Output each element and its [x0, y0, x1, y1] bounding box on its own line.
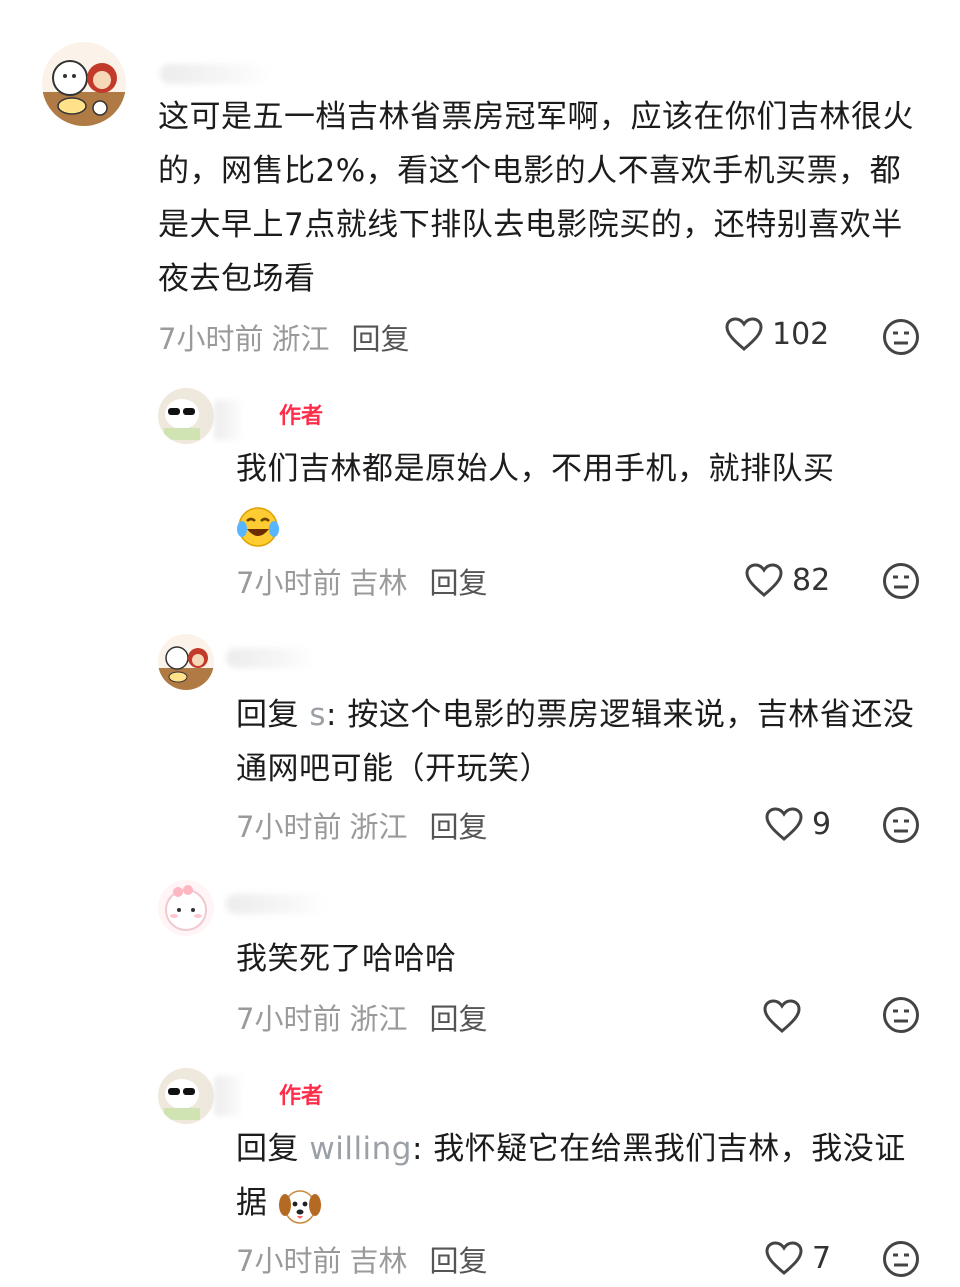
- reply-to-user[interactable]: s: [309, 697, 326, 733]
- location: 浙江: [271, 322, 330, 356]
- comment-text: 我们吉林都是原始人，不用手机，就排队买: [236, 442, 896, 550]
- like-count: 82: [792, 562, 831, 598]
- comment-body: : 按这个电影的票房逻辑来说，吉林省还没通网吧可能（开玩笑）: [236, 697, 915, 787]
- location: 浙江: [349, 810, 408, 844]
- like-count: 7: [812, 1240, 832, 1276]
- avatar[interactable]: [158, 1068, 214, 1124]
- timestamp: 7小时前: [236, 566, 342, 600]
- bunny-avatar-icon: [165, 885, 207, 931]
- timestamp: 7小时前: [158, 322, 264, 356]
- meh-face-icon[interactable]: [882, 996, 920, 1034]
- comment-text: 这可是五一档吉林省票房冠军啊，应该在你们吉林很火的，网售比2%，看这个电影的人不…: [158, 99, 914, 297]
- location: 浙江: [349, 1002, 408, 1036]
- reply-prefix: 回复: [236, 1131, 299, 1167]
- reply-button[interactable]: 回复: [429, 566, 487, 600]
- cartoon-avatar-icon: [158, 646, 214, 690]
- sunglasses-avatar-icon: [158, 388, 214, 444]
- username-blurred[interactable]: [214, 400, 244, 440]
- dog-emoji: [278, 1189, 321, 1224]
- username-blurred[interactable]: [226, 894, 326, 914]
- comment-meta: 7小时前 浙江 回复: [158, 316, 409, 358]
- like-button[interactable]: 82: [744, 562, 830, 598]
- comment-meta: 7小时前 吉林 回复: [236, 560, 487, 602]
- like-button[interactable]: 102: [724, 316, 829, 352]
- author-badge: 作者: [279, 1084, 324, 1109]
- comment-text: 我笑死了哈哈哈: [236, 941, 457, 977]
- location: 吉林: [349, 566, 408, 600]
- meh-face-icon[interactable]: [882, 806, 920, 844]
- heart-outline-icon: [765, 1241, 803, 1275]
- comment-meta: 7小时前 浙江 回复: [236, 996, 487, 1038]
- reply-button[interactable]: 回复: [429, 810, 487, 844]
- cartoon-avatar-icon: [42, 60, 126, 126]
- reply-button[interactable]: 回复: [351, 322, 409, 356]
- like-count: 102: [772, 316, 830, 352]
- sunglasses-avatar-icon: [158, 1068, 214, 1124]
- timestamp: 7小时前: [236, 1244, 342, 1278]
- reply-button[interactable]: 回复: [429, 1002, 487, 1036]
- like-button[interactable]: 7: [764, 1240, 831, 1276]
- location: 吉林: [349, 1244, 408, 1278]
- username-blurred[interactable]: [226, 648, 316, 668]
- heart-outline-icon: [745, 563, 783, 597]
- avatar[interactable]: [158, 880, 214, 936]
- timestamp: 7小时前: [236, 810, 342, 844]
- heart-outline-icon: [725, 317, 763, 351]
- meh-face-icon[interactable]: [882, 562, 920, 600]
- avatar[interactable]: [42, 42, 126, 126]
- meh-face-icon[interactable]: [882, 1240, 920, 1278]
- like-button[interactable]: 9: [764, 806, 831, 842]
- reply-button[interactable]: 回复: [429, 1244, 487, 1278]
- username-blurred[interactable]: [214, 1076, 244, 1116]
- heart-outline-icon: [765, 807, 803, 841]
- username-blurred[interactable]: [160, 64, 272, 84]
- timestamp: 7小时前: [236, 1002, 342, 1036]
- tears-of-joy-emoji: [237, 506, 279, 547]
- reply-to-user[interactable]: willing: [309, 1131, 412, 1167]
- avatar[interactable]: [158, 388, 214, 444]
- comment-text: 回复 s: 按这个电影的票房逻辑来说，吉林省还没通网吧可能（开玩笑）: [236, 688, 916, 796]
- meh-face-icon[interactable]: [882, 318, 920, 356]
- comment-meta: 7小时前 吉林 回复: [236, 1238, 487, 1280]
- heart-outline-icon: [763, 999, 801, 1033]
- avatar[interactable]: [158, 634, 214, 690]
- comment-text: 回复 willing: 我怀疑它在给黑我们吉林，我没证据: [236, 1122, 916, 1230]
- comment-body: 我们吉林都是原始人，不用手机，就排队买: [236, 451, 835, 487]
- like-count: 9: [812, 806, 832, 842]
- comment-meta: 7小时前 浙江 回复: [236, 804, 487, 846]
- author-badge: 作者: [279, 404, 324, 429]
- like-button[interactable]: [762, 998, 810, 1034]
- reply-prefix: 回复: [236, 697, 299, 733]
